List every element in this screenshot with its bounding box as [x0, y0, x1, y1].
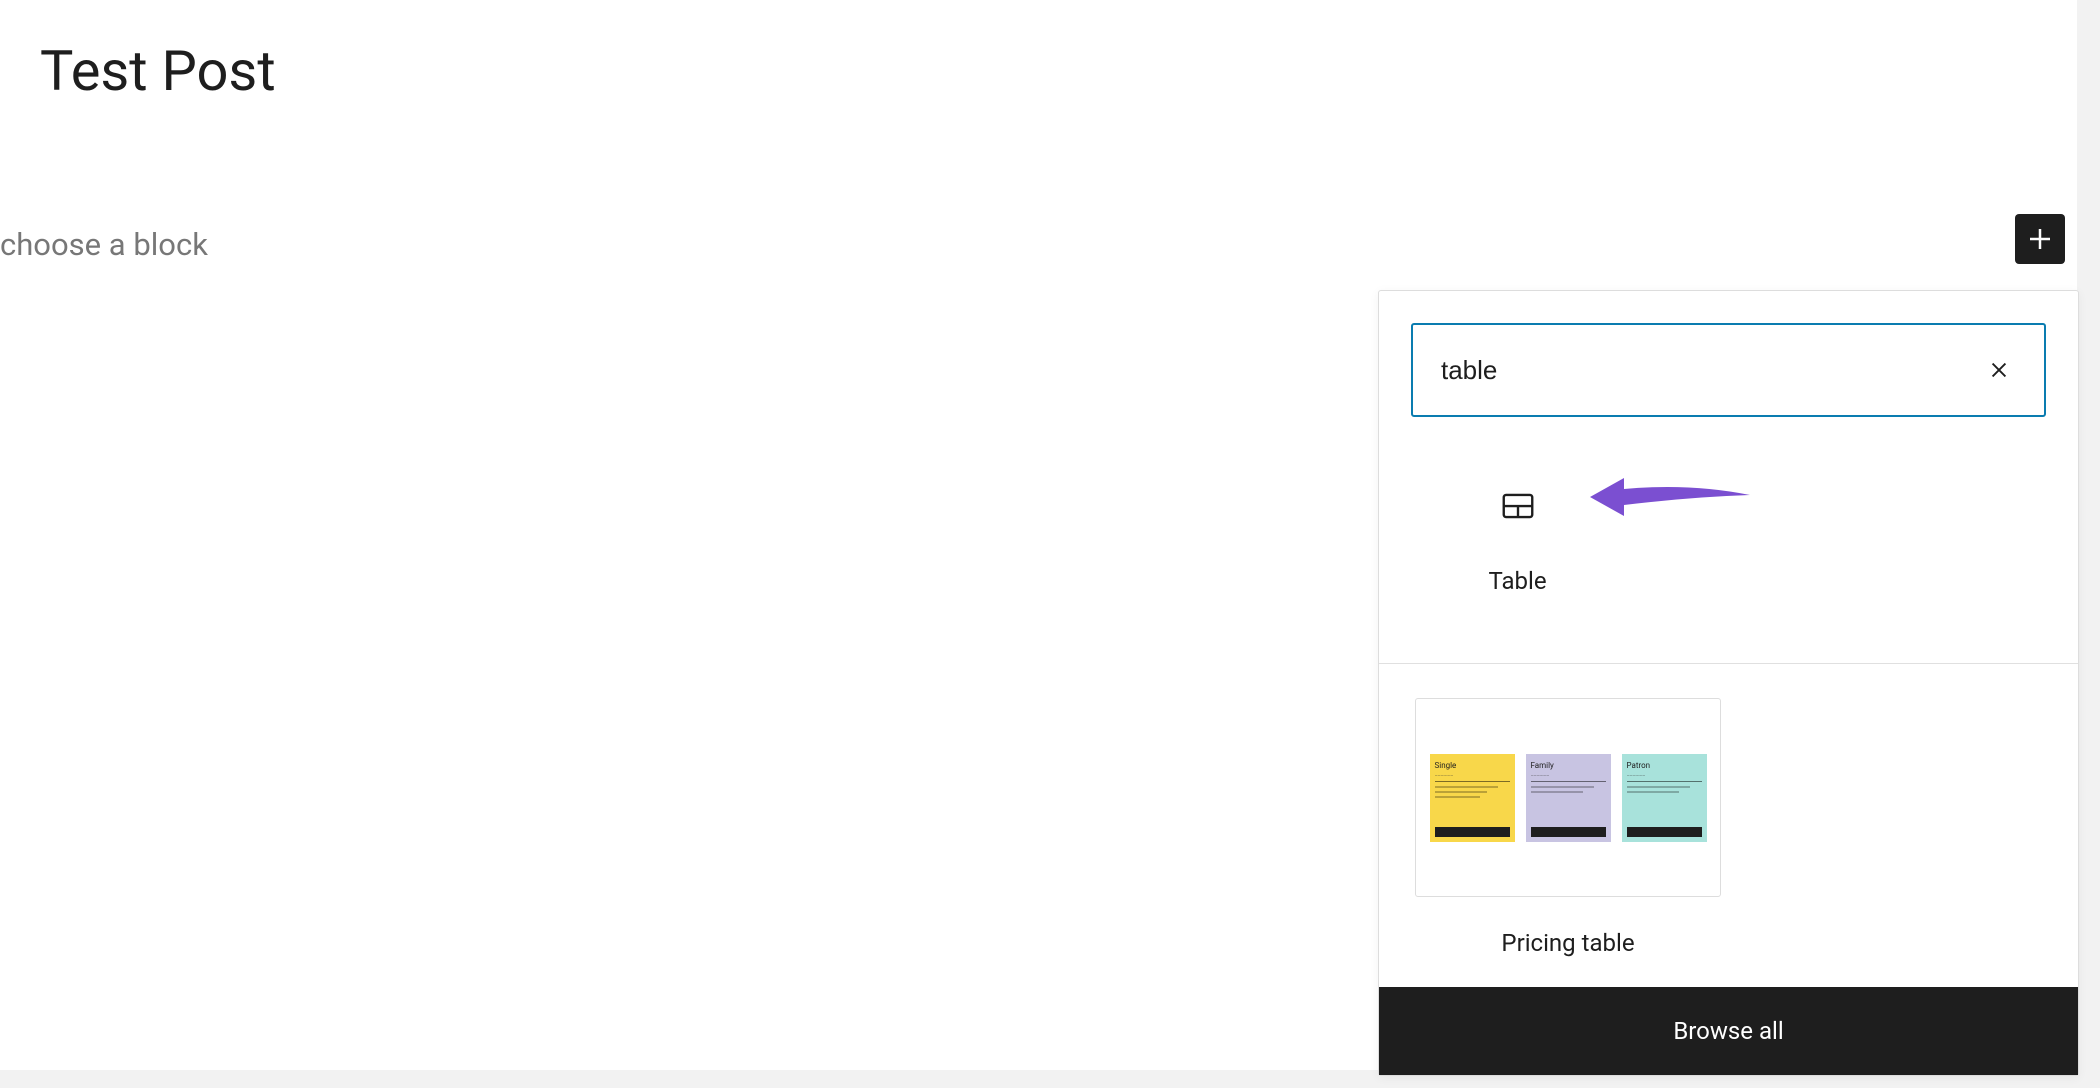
pattern-result-label: Pricing table: [1501, 929, 1634, 957]
pattern-result-pricing-table[interactable]: Single —————— Family ——————: [1415, 698, 1721, 957]
pricing-column-subtitle: ——————: [1435, 773, 1510, 782]
pattern-preview: Single —————— Family ——————: [1415, 698, 1721, 897]
pricing-column-subtitle: ——————: [1531, 773, 1606, 782]
search-wrapper: [1379, 291, 2078, 449]
pricing-column-button: [1531, 827, 1606, 837]
add-block-button[interactable]: [2015, 214, 2065, 264]
right-gutter: [2077, 0, 2100, 1088]
pricing-column-lines: [1627, 786, 1702, 827]
plus-icon: [2025, 224, 2055, 254]
block-result-label: Table: [1488, 567, 1546, 595]
pricing-column-family: Family ——————: [1526, 754, 1611, 842]
pricing-column-button: [1627, 827, 1702, 837]
table-icon: [1499, 487, 1537, 525]
close-icon: [1988, 359, 2010, 381]
pattern-results-section: Single —————— Family ——————: [1379, 664, 2078, 987]
pricing-column-button: [1435, 827, 1510, 837]
pricing-column-subtitle: ——————: [1627, 773, 1702, 782]
search-input[interactable]: [1441, 355, 1982, 386]
pricing-column-title: Patron: [1627, 761, 1702, 770]
block-inserter-popover: Table Single —————— Fam: [1378, 290, 2079, 1076]
block-results-section: Table: [1379, 449, 2078, 664]
pricing-column-lines: [1435, 786, 1510, 827]
search-field: [1411, 323, 2046, 417]
pricing-column-title: Single: [1435, 761, 1510, 770]
browse-all-button[interactable]: Browse all: [1379, 987, 2078, 1075]
pricing-column-title: Family: [1531, 761, 1606, 770]
pricing-column-patron: Patron ——————: [1622, 754, 1707, 842]
block-placeholder-hint[interactable]: choose a block: [0, 226, 208, 263]
block-result-table[interactable]: Table: [1415, 459, 1620, 615]
pricing-column-lines: [1531, 786, 1606, 827]
pricing-column-single: Single ——————: [1430, 754, 1515, 842]
annotation-arrow: [1590, 473, 1750, 521]
clear-search-button[interactable]: [1982, 353, 2016, 387]
post-title[interactable]: Test Post: [40, 38, 276, 104]
